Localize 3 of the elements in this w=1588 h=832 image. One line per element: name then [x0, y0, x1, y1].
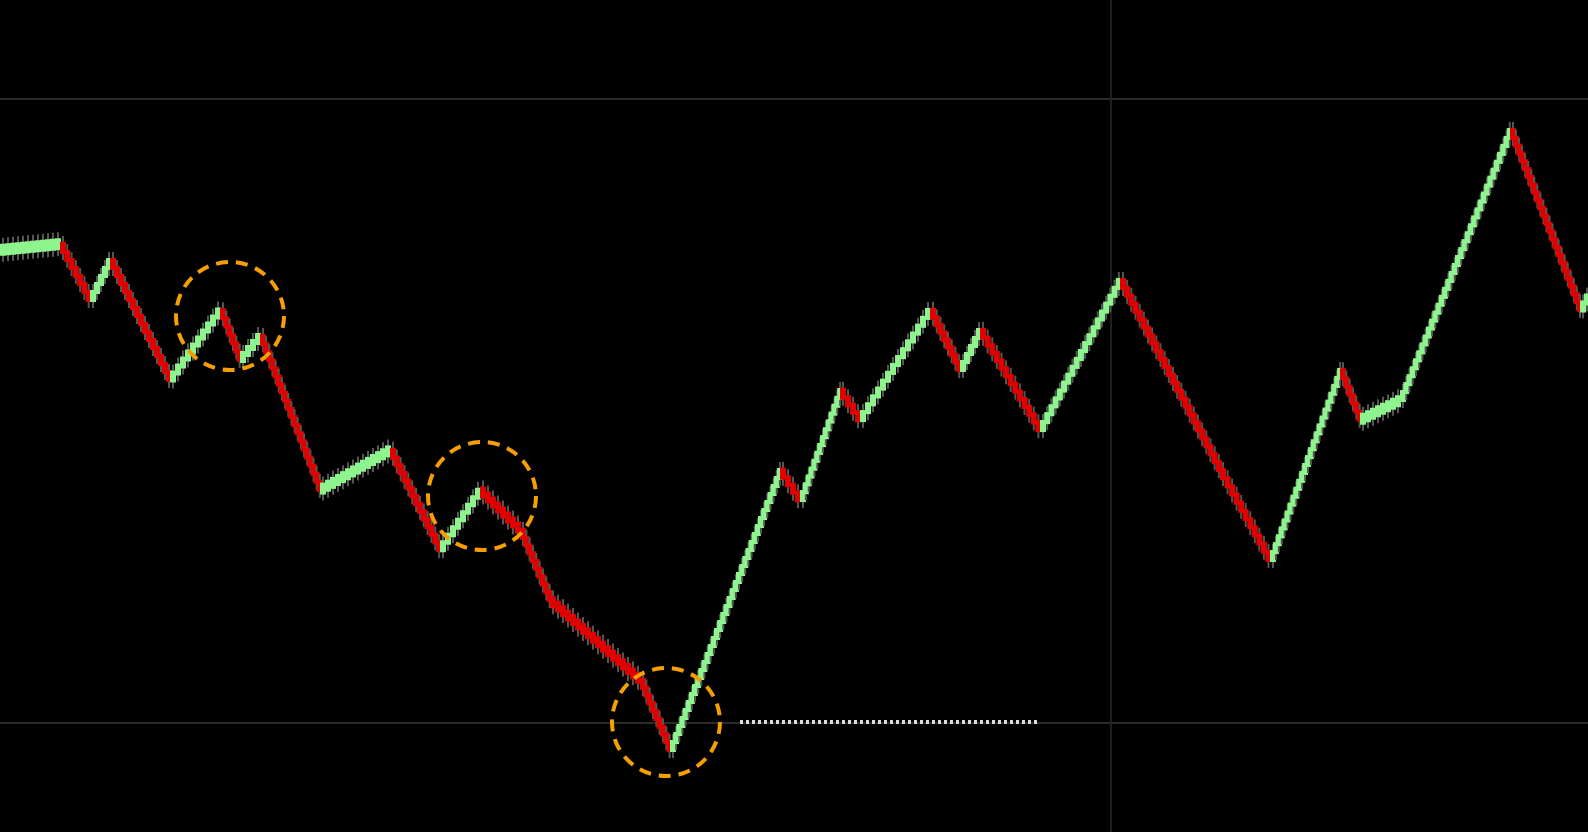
highlight-circle — [610, 666, 722, 778]
highlight-circle — [174, 260, 286, 372]
highlight-circle — [426, 440, 538, 552]
